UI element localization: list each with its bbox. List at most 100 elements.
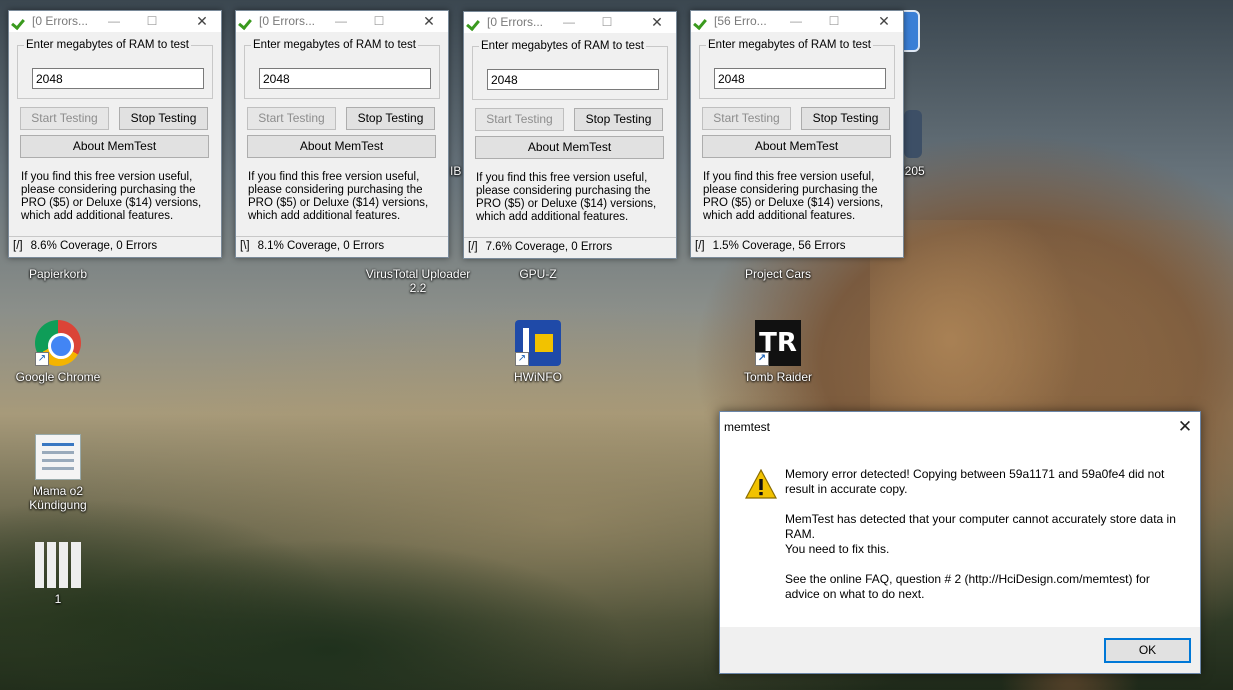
memtest-window-4[interactable]: [56 Erro... — ☐ ✕ Enter megabytes of RAM… (690, 10, 904, 258)
close-button[interactable]: ✕ (416, 11, 442, 32)
about-memtest-button[interactable]: About MemTest (702, 135, 891, 158)
desktop-icon-virustotal[interactable]: VirusTotal Uploader 2.2 (363, 267, 473, 295)
tiles-label: 1 (54, 592, 62, 606)
memtest-check-icon (12, 14, 27, 29)
maximize-button[interactable]: ☐ (139, 11, 165, 32)
window-title: [0 Errors... (259, 14, 316, 28)
start-testing-button[interactable]: Start Testing (247, 107, 336, 130)
ram-group-label: Enter megabytes of RAM to test (706, 39, 873, 51)
close-button[interactable]: ✕ (644, 12, 670, 33)
maximize-button[interactable]: ☐ (366, 11, 392, 32)
status-text: 8.1% Coverage, 0 Errors (257, 240, 385, 252)
document-icon (35, 434, 81, 480)
window-titlebar[interactable]: [0 Errors... — ☐ ✕ (464, 12, 676, 33)
virustotal-label: VirusTotal Uploader 2.2 (365, 267, 471, 295)
ram-input[interactable] (714, 68, 886, 89)
hwinfo-label: HWiNFO (514, 370, 562, 384)
desktop-icon-hwinfo[interactable]: ↗ HWiNFO (483, 320, 593, 384)
dialog-message-ram-line1: MemTest has detected that your computer … (785, 512, 1176, 541)
status-text: 1.5% Coverage, 56 Errors (712, 240, 846, 252)
ram-input[interactable] (487, 69, 659, 90)
recycle-bin-label: Papierkorb (28, 267, 88, 281)
dialog-message: Memory error detected! Copying between 5… (785, 467, 1180, 617)
tiles-icon (35, 542, 81, 588)
document-label: Mama o2 Kündigung (29, 484, 87, 512)
gpuz-label: GPU-Z (519, 267, 557, 281)
about-memtest-button[interactable]: About MemTest (20, 135, 209, 158)
memtest-window-1[interactable]: [0 Errors... — ☐ ✕ Enter megabytes of RA… (8, 10, 222, 258)
dialog-message-faq: See the online FAQ, question # 2 (http:/… (785, 572, 1150, 601)
ram-input[interactable] (259, 68, 431, 89)
start-testing-button[interactable]: Start Testing (475, 108, 564, 131)
stop-testing-button[interactable]: Stop Testing (801, 107, 890, 130)
status-spinner: [\] (240, 240, 250, 252)
ok-button[interactable]: OK (1104, 638, 1191, 663)
ram-group-label: Enter megabytes of RAM to test (479, 40, 646, 52)
project-cars-label: Project Cars (744, 267, 812, 281)
desktop-icon-tiles[interactable]: 1 (3, 542, 113, 606)
status-spinner: [/] (13, 240, 23, 252)
memtest-check-icon (694, 14, 709, 29)
dialog-footer: OK (720, 627, 1200, 673)
desktop-icon-document[interactable]: Mama o2 Kündigung (3, 434, 113, 512)
minimize-button[interactable]: — (783, 11, 809, 32)
shortcut-arrow-icon: ↗ (755, 352, 769, 366)
desktop-icon-recycle-bin[interactable]: Papierkorb (3, 267, 113, 281)
status-spinner: [/] (695, 240, 705, 252)
memtest-window-2[interactable]: [0 Errors... — ☐ ✕ Enter megabytes of RA… (235, 10, 449, 258)
desktop-icon-tomb-raider[interactable]: TR ↗ Tomb Raider (723, 320, 833, 384)
ram-group: Enter megabytes of RAM to test (17, 39, 213, 99)
maximize-button[interactable]: ☐ (821, 11, 847, 32)
maximize-button[interactable]: ☐ (594, 12, 620, 33)
memtest-window-3[interactable]: [0 Errors... — ☐ ✕ Enter megabytes of RA… (463, 11, 677, 259)
partial-icon-2205[interactable] (904, 110, 922, 158)
desktop-icon-gpuz[interactable]: GPU-Z (483, 267, 593, 281)
minimize-button[interactable]: — (556, 12, 582, 33)
memtest-error-dialog[interactable]: memtest ✕ Memory error detected! Copying… (719, 411, 1201, 674)
start-testing-button[interactable]: Start Testing (20, 107, 109, 130)
about-memtest-button[interactable]: About MemTest (475, 136, 664, 159)
purchase-blurb: If you find this free version useful, pl… (476, 172, 657, 223)
status-bar: [/] 1.5% Coverage, 56 Errors (691, 236, 903, 257)
chrome-label: Google Chrome (15, 370, 101, 384)
ram-group: Enter megabytes of RAM to test (472, 40, 668, 100)
dialog-title: memtest (724, 420, 771, 434)
status-spinner: [/] (468, 241, 478, 253)
ram-input[interactable] (32, 68, 204, 89)
stop-testing-button[interactable]: Stop Testing (346, 107, 435, 130)
about-memtest-button[interactable]: About MemTest (247, 135, 436, 158)
ram-group-label: Enter megabytes of RAM to test (251, 39, 418, 51)
stop-testing-button[interactable]: Stop Testing (574, 108, 663, 131)
ram-group: Enter megabytes of RAM to test (244, 39, 440, 99)
status-bar: [\] 8.1% Coverage, 0 Errors (236, 236, 448, 257)
status-bar: [/] 7.6% Coverage, 0 Errors (464, 237, 676, 258)
dialog-close-button[interactable]: ✕ (1174, 416, 1196, 438)
partial-label-2205[interactable]: 2205 (898, 164, 938, 178)
close-button[interactable]: ✕ (871, 11, 897, 32)
ram-group-label: Enter megabytes of RAM to test (24, 39, 191, 51)
start-testing-button[interactable]: Start Testing (702, 107, 791, 130)
status-bar: [/] 8.6% Coverage, 0 Errors (9, 236, 221, 257)
minimize-button[interactable]: — (101, 11, 127, 32)
desktop-icon-project-cars[interactable]: Project Cars (723, 267, 833, 281)
memtest-check-icon (239, 14, 254, 29)
purchase-blurb: If you find this free version useful, pl… (248, 171, 429, 222)
window-title: [56 Erro... (714, 14, 767, 28)
window-title: [0 Errors... (487, 15, 544, 29)
dialog-message-ram: MemTest has detected that your computer … (785, 512, 1180, 557)
purchase-blurb: If you find this free version useful, pl… (703, 171, 884, 222)
desktop-icon-chrome[interactable]: ↗ Google Chrome (3, 320, 113, 384)
close-button[interactable]: ✕ (189, 11, 215, 32)
status-text: 8.6% Coverage, 0 Errors (30, 240, 158, 252)
dialog-message-ram-line2: You need to fix this. (785, 542, 890, 556)
shortcut-arrow-icon: ↗ (35, 352, 49, 366)
dialog-message-error: Memory error detected! Copying between 5… (785, 467, 1165, 496)
window-titlebar[interactable]: [0 Errors... — ☐ ✕ (236, 11, 448, 32)
minimize-button[interactable]: — (328, 11, 354, 32)
window-title: [0 Errors... (32, 14, 89, 28)
window-titlebar[interactable]: [56 Erro... — ☐ ✕ (691, 11, 903, 32)
chrome-icon: ↗ (35, 320, 81, 366)
hwinfo-icon: ↗ (515, 320, 561, 366)
stop-testing-button[interactable]: Stop Testing (119, 107, 208, 130)
window-titlebar[interactable]: [0 Errors... — ☐ ✕ (9, 11, 221, 32)
